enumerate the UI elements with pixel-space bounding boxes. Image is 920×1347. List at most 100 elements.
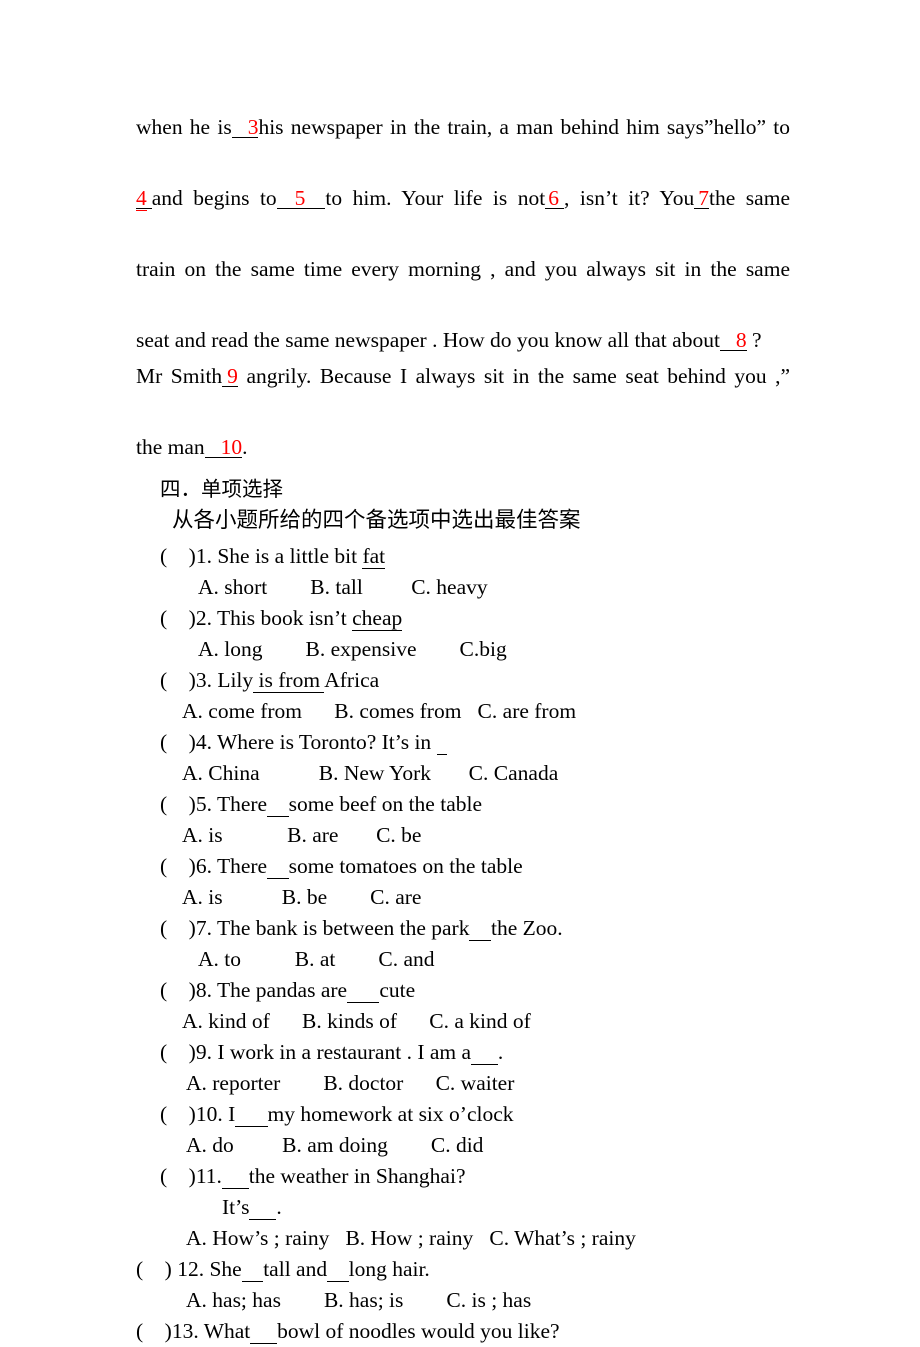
- question-stem-tail: the weather in Shanghai?: [248, 1164, 466, 1188]
- cloze-text: ?: [752, 328, 762, 352]
- answer-bracket[interactable]: ( ): [160, 730, 196, 754]
- blank-underline: [469, 916, 491, 941]
- blank-underline: [347, 978, 380, 1003]
- answer-bracket[interactable]: ( ): [136, 1319, 172, 1343]
- answer-bracket[interactable]: ( ): [160, 606, 196, 630]
- cloze-text: and begins to: [151, 186, 277, 210]
- question-stem: The pandas are: [211, 978, 348, 1002]
- question-number: 10.: [195, 1102, 223, 1126]
- question-stem: What: [198, 1319, 251, 1343]
- blank-7: 7: [694, 187, 710, 210]
- question-stem: Where is Toronto? It’s in: [211, 730, 437, 754]
- options-5[interactable]: A. is B. are C. be: [182, 820, 790, 851]
- question-11[interactable]: ( )11. the weather in Shanghai?: [160, 1161, 790, 1192]
- question-stem-tail: long hair.: [348, 1257, 430, 1281]
- answer-bracket[interactable]: ( ): [136, 1257, 177, 1281]
- question-stem-tail: cute: [379, 978, 416, 1002]
- question-number: 6.: [195, 854, 212, 878]
- question-number: 12.: [177, 1257, 205, 1281]
- options-11[interactable]: A. How’s ; rainy B. How ; rainy C. What’…: [186, 1223, 790, 1254]
- question-number: 7.: [195, 916, 212, 940]
- cloze-line-3: train on the same time every morning , a…: [136, 257, 790, 281]
- question-6[interactable]: ( )6. There some tomatoes on the table: [160, 851, 790, 882]
- question-5[interactable]: ( )5. There some beef on the table: [160, 789, 790, 820]
- blank-4: 4: [136, 186, 152, 211]
- question-4[interactable]: ( )4. Where is Toronto? It’s in: [160, 727, 790, 758]
- cloze-text: angrily. Because I always sit in the sam…: [246, 363, 791, 388]
- cloze-text: the man: [136, 434, 205, 459]
- question-12[interactable]: ( ) 12. She tall and long hair.: [136, 1254, 790, 1285]
- blank-9: 9: [222, 365, 238, 387]
- options-8[interactable]: A. kind of B. kinds of C. a kind of: [182, 1006, 790, 1037]
- question-number: 5.: [195, 792, 212, 816]
- question-1[interactable]: ( )1. She is a little bit fat: [160, 541, 790, 572]
- underlined-phrase: cheap: [352, 606, 403, 631]
- question-number: 9.: [195, 1040, 212, 1064]
- document-page: when he is 3his newspaper in the train, …: [0, 0, 920, 1344]
- answer-bracket[interactable]: ( ): [160, 1102, 196, 1126]
- cloze-line-2: 4 and begins to 5 to him. Your life is n…: [136, 181, 790, 252]
- question-stem: Lily: [211, 668, 254, 692]
- cloze-text: to him. Your life is not: [325, 186, 546, 210]
- question-stem: There: [211, 854, 268, 878]
- options-7[interactable]: A. to B. at C. and: [198, 944, 790, 975]
- question-9[interactable]: ( )9. I work in a restaurant . I am a .: [160, 1037, 790, 1068]
- options-6[interactable]: A. is B. be C. are: [182, 882, 790, 913]
- question-10[interactable]: ( )10. I my homework at six o’clock: [160, 1099, 790, 1130]
- blank-underline: [471, 1040, 498, 1065]
- answer-bracket[interactable]: ( ): [160, 978, 196, 1002]
- cloze-line-6: the man 10.: [136, 430, 790, 466]
- blank-3: 3: [231, 116, 259, 139]
- question-8[interactable]: ( )8. The pandas are cute: [160, 975, 790, 1006]
- question-stem: I work in a restaurant . I am a: [211, 1040, 472, 1064]
- blank-underline: [235, 1102, 268, 1127]
- section-heading: 四．单项选择: [160, 477, 283, 501]
- options-1[interactable]: A. short B. tall C. heavy: [198, 572, 790, 603]
- question-11-subline: It’s .: [222, 1192, 790, 1223]
- question-7[interactable]: ( )7. The bank is between the park the Z…: [160, 913, 790, 944]
- question-number: 8.: [195, 978, 212, 1002]
- answer-bracket[interactable]: ( ): [160, 544, 196, 568]
- question-number: 3.: [195, 668, 212, 692]
- question-stem: The bank is between the park: [211, 916, 470, 940]
- section-instruction: 从各小题所给的四个备选项中选出最佳答案: [172, 508, 581, 533]
- question-stem: She is a little bit: [211, 544, 363, 568]
- answer-bracket[interactable]: ( ): [160, 916, 196, 940]
- question-number: 1.: [195, 544, 212, 568]
- blank-10: 10: [204, 436, 243, 458]
- blank-underline: [436, 730, 448, 755]
- question-stem: I: [222, 1102, 236, 1126]
- blank-underline: [241, 1257, 264, 1282]
- question-number: 2.: [195, 606, 212, 630]
- question-stem-tail: some beef on the table: [288, 792, 483, 816]
- cloze-line-5: Mr Smith 9 angrily. Because I always sit…: [136, 359, 790, 430]
- cloze-text: his newspaper in the train, a man behind…: [258, 115, 790, 139]
- blank-underline: [249, 1195, 277, 1220]
- options-4[interactable]: A. China B. New York C. Canada: [182, 758, 790, 789]
- question-number: 13.: [171, 1319, 199, 1343]
- subline-tail: .: [276, 1195, 282, 1219]
- answer-bracket[interactable]: ( ): [160, 1164, 196, 1188]
- answer-bracket[interactable]: ( ): [160, 854, 196, 878]
- answer-bracket[interactable]: ( ): [160, 792, 196, 816]
- question-13[interactable]: ( )13. What bowl of noodles would you li…: [136, 1316, 790, 1347]
- answer-bracket[interactable]: ( ): [160, 1040, 196, 1064]
- cloze-text: seat and read the same newspaper . How d…: [136, 328, 720, 352]
- question-3[interactable]: ( )3. Lily is from Africa: [160, 665, 790, 696]
- underlined-phrase: is from: [253, 668, 325, 693]
- options-10[interactable]: A. do B. am doing C. did: [186, 1130, 790, 1161]
- options-12[interactable]: A. has; has B. has; is C. is ; has: [186, 1285, 790, 1316]
- options-2[interactable]: A. long B. expensive C.big: [198, 634, 790, 665]
- question-stem: This book isn’t: [211, 606, 353, 630]
- question-stem-tail: bowl of noodles would you like?: [277, 1319, 560, 1343]
- blank-underline-2: [327, 1257, 349, 1282]
- question-2[interactable]: ( )2. This book isn’t cheap: [160, 603, 790, 634]
- answer-bracket[interactable]: ( ): [160, 668, 196, 692]
- options-3[interactable]: A. come from B. comes from C. are from: [182, 696, 790, 727]
- cloze-line-4: seat and read the same newspaper . How d…: [136, 323, 790, 359]
- subline-text: It’s: [222, 1195, 250, 1219]
- blank-5: 5: [276, 187, 326, 210]
- question-stem-tail: some tomatoes on the table: [288, 854, 523, 878]
- options-9[interactable]: A. reporter B. doctor C. waiter: [186, 1068, 790, 1099]
- cloze-paragraph: when he is 3his newspaper in the train, …: [136, 110, 790, 465]
